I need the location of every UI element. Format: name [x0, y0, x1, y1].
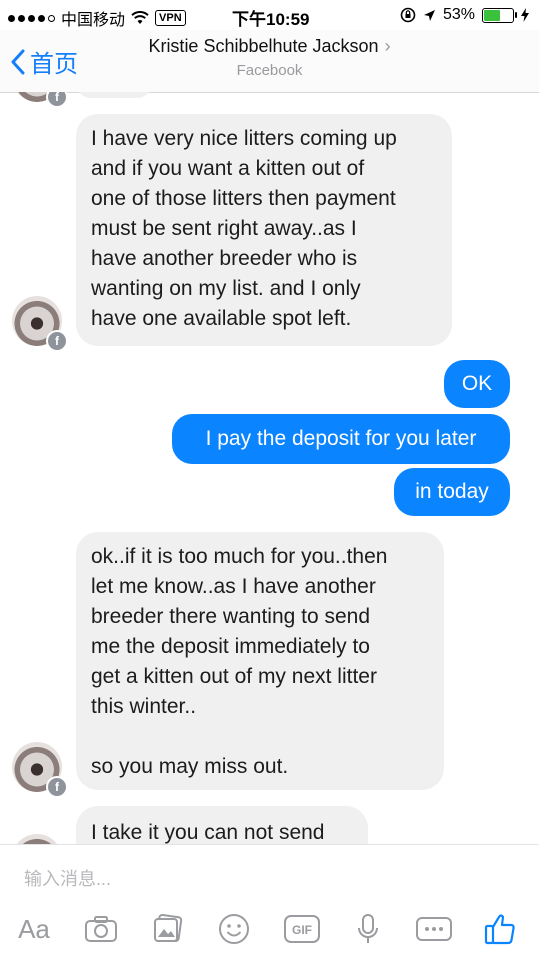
location-arrow-icon — [423, 9, 435, 21]
message-line: let me know..as I have another — [91, 575, 376, 598]
message-input[interactable]: 输入消息... — [24, 865, 111, 891]
message-bubble-outgoing[interactable]: OK — [444, 360, 510, 408]
charging-bolt-icon — [521, 8, 529, 22]
message-line: have one available spot left. — [91, 307, 352, 330]
avatar: f — [12, 92, 68, 108]
message-line: one of those litters then payment — [91, 187, 396, 210]
message-line: this winter.. — [91, 695, 197, 718]
message-bubble-incoming[interactable]: ok..if it is too much for you..then let … — [76, 532, 444, 790]
message-line: so you may miss out. — [91, 755, 289, 778]
battery-icon — [482, 7, 517, 23]
gif-icon[interactable]: GIF — [282, 911, 322, 947]
vpn-badge: VPN — [155, 10, 186, 26]
message-line: I take it you can not send — [91, 821, 325, 844]
avatar[interactable]: f — [12, 742, 68, 798]
message-line: must be sent right away..as I — [91, 217, 357, 240]
message-bubble-incoming[interactable]: I have very nice litters coming up and i… — [76, 114, 452, 346]
avatar[interactable]: f — [12, 296, 68, 352]
status-time: 下午10:59 — [232, 10, 310, 29]
message-line: breeder there wanting to send — [91, 605, 371, 628]
status-bar: 中国移动 VPN 下午10:59 53% — [0, 0, 539, 30]
battery-percent: 53% — [442, 6, 475, 23]
contact-source: Facebook — [236, 62, 303, 79]
chevron-right-icon: › — [384, 36, 391, 56]
message-line: get a kitten out of my next litter — [91, 665, 377, 688]
text-format-icon[interactable]: Aa — [14, 911, 54, 947]
message-line: I have very nice litters coming up — [91, 127, 397, 150]
message-text: in today — [415, 480, 489, 503]
wifi-icon — [131, 11, 149, 24]
more-icon[interactable] — [414, 911, 454, 947]
gif-label: GIF — [292, 923, 312, 937]
message-thread[interactable]: f I have very nice litters coming up and… — [0, 92, 539, 844]
signal-strength-icon — [8, 14, 55, 22]
avatar — [12, 834, 62, 844]
message-bubble-outgoing[interactable]: I pay the deposit for you later — [172, 414, 510, 464]
like-icon[interactable] — [482, 911, 518, 947]
carrier-label: 中国移动 — [61, 12, 126, 29]
contact-name[interactable]: Kristie Schibbelhute Jackson › — [0, 36, 539, 57]
message-bubble-incoming[interactable]: I take it you can not send — [76, 806, 368, 844]
message-line — [91, 722, 387, 752]
facebook-badge-icon: f — [46, 330, 68, 352]
conversation-header: 首页 Kristie Schibbelhute Jackson › Faceboo… — [0, 30, 539, 93]
message-line: ok..if it is too much for you..then — [91, 545, 388, 568]
message-line: and if you want a kitten out of — [91, 157, 365, 180]
message-bubble-outgoing[interactable]: in today — [394, 468, 510, 516]
message-line: me the deposit immediately to — [91, 635, 370, 658]
facebook-badge-icon: f — [46, 92, 68, 108]
composer-toolbar: Aa GIF — [0, 907, 539, 951]
message-line: wanting on my list. and I only — [91, 277, 361, 300]
microphone-icon[interactable] — [354, 911, 382, 947]
text-format-label: Aa — [18, 913, 50, 944]
message-text: I pay the deposit for you later — [205, 427, 477, 450]
rotation-lock-icon — [400, 7, 416, 23]
emoji-icon[interactable] — [216, 911, 252, 947]
message-bubble-partial — [76, 92, 152, 98]
gallery-icon[interactable] — [150, 911, 186, 947]
message-line: have another breeder who is — [91, 247, 358, 270]
composer: 输入消息... Aa GIF — [0, 844, 539, 961]
camera-icon[interactable] — [82, 911, 120, 947]
message-text: OK — [461, 372, 493, 395]
contact-name-text: Kristie Schibbelhute Jackson — [148, 36, 379, 56]
facebook-badge-icon: f — [46, 776, 68, 798]
